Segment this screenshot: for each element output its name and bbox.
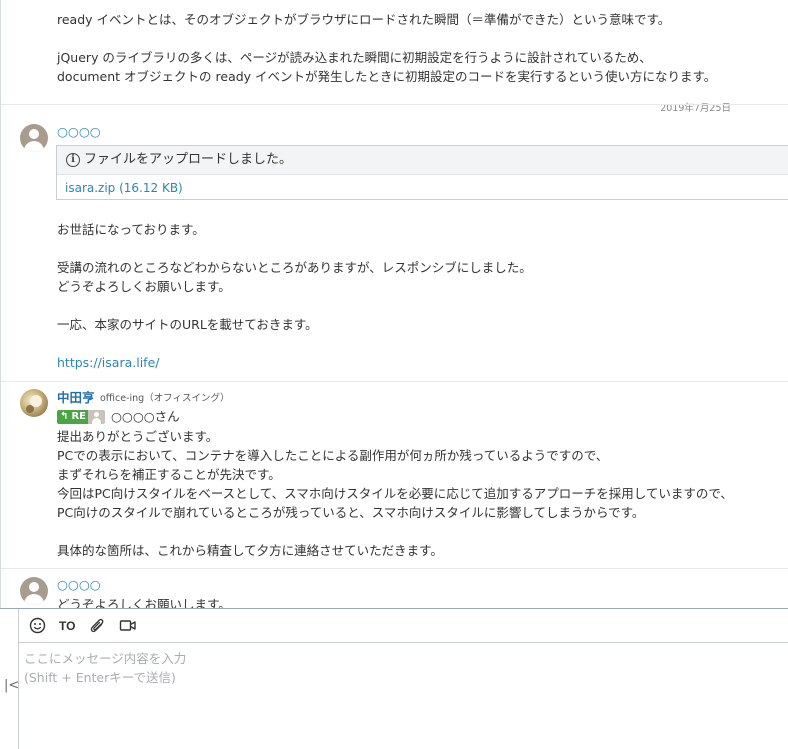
file-upload-title: ファイルをアップロードしました。: [84, 152, 293, 167]
reply-badge-label: RE: [71, 411, 86, 422]
reply-arrow-icon: ↰: [60, 411, 69, 422]
reply-target-name: ○○○○さん: [111, 409, 180, 424]
emoji-icon[interactable]: [29, 617, 46, 635]
message-separator: [1, 104, 788, 105]
message-separator: [1, 568, 788, 569]
message-3-line-7: 具体的な箇所は、これから精査して夕方に連絡させていただきます。: [57, 543, 443, 558]
avatar[interactable]: [20, 124, 48, 152]
message-2-line-6: 一応、本家のサイトのURLを載せておきます。: [57, 317, 318, 332]
video-icon[interactable]: [119, 617, 137, 635]
sender-name[interactable]: 中田亨: [57, 390, 95, 406]
reply-badge[interactable]: ↰ RE: [57, 410, 88, 424]
message-link[interactable]: https://isara.life/: [57, 353, 159, 372]
sender-name[interactable]: ○○○○: [57, 577, 101, 593]
file-download-link[interactable]: isara.zip (16.12 KB): [65, 180, 183, 196]
collapse-icon[interactable]: |<: [4, 679, 19, 693]
message-3-line-2: PCでの表示において、コンテナを導入したことによる副作用が何ヵ所か残っているよう…: [57, 448, 609, 463]
message-separator: [1, 381, 788, 382]
sender-organization: office-ing（オフィスイング）: [100, 393, 230, 404]
attach-icon[interactable]: [89, 617, 106, 635]
message-1-line-4: document オブジェクトの ready イベントが発生したときに初期設定の…: [57, 69, 717, 84]
message-3-line-4: 今回はPC向けスタイルをベースとして、スマホ向けスタイルを必要に応じて追加するア…: [57, 486, 733, 501]
message-input[interactable]: ここにメッセージ内容を入力 (Shift + Enterキーで送信): [18, 643, 788, 749]
composer-toolbar: TO: [18, 609, 788, 643]
message-2-line-1: お世話になっております。: [57, 222, 205, 237]
message-2-line-3: 受講の流れのところなどわからないところがありますが、レスポンシブにしました。: [57, 260, 532, 275]
message-1-line-1: ready イベントとは、そのオブジェクトがブラウザにロードされた瞬間（＝準備が…: [57, 12, 671, 27]
message-3-line-1: 提出ありがとうございます。: [57, 429, 219, 444]
chat-timeline[interactable]: ready イベントとは、そのオブジェクトがブラウザにロードされた瞬間（＝準備が…: [0, 0, 788, 609]
info-icon: i: [66, 153, 80, 167]
reply-header: ↰ RE ○○○○さん: [1, 409, 301, 428]
reply-target-avatar: [88, 410, 105, 424]
message-input-hint: (Shift + Enterキーで送信): [24, 670, 176, 685]
message-composer: TO ここにメッセージ内容を入力 (Shift + Enterキーで送信) |<: [0, 608, 788, 749]
message-input-placeholder: ここにメッセージ内容を入力: [24, 651, 187, 666]
file-attachment: i ファイルをアップロードしました。 isara.zip (16.12 KB): [56, 145, 788, 200]
avatar[interactable]: [20, 577, 48, 605]
message-4-line-1: どうぞよろしくお願いします。: [57, 597, 231, 609]
message-3-line-3: まずそれらを補正することが先決です。: [57, 467, 281, 482]
message-1-line-3: jQuery のライブラリの多くは、ページが読み込まれた瞬間に初期設定を行うよう…: [57, 50, 652, 65]
message-3-line-5: PC向けのスタイルで崩れているところが残っていると、スマホ向けスタイルに影響して…: [57, 505, 645, 520]
message-1-date: 2019年7月25日: [660, 103, 731, 114]
sender-name[interactable]: ○○○○: [57, 124, 101, 140]
message-2-line-4: どうぞよろしくお願いします。: [57, 279, 231, 294]
to-icon[interactable]: TO: [59, 617, 75, 635]
